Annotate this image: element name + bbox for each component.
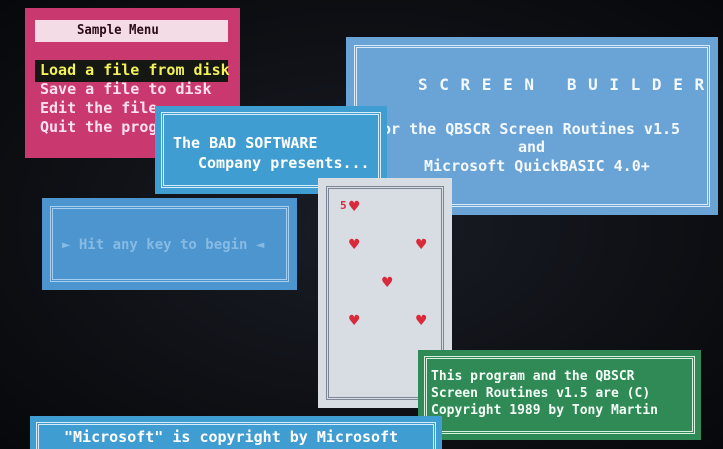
copyright-line-1: This program and the QBSCR bbox=[431, 369, 635, 384]
heart-icon: ♥ bbox=[415, 237, 428, 253]
builder-line-3: Microsoft QuickBASIC 4.0+ bbox=[424, 157, 650, 175]
builder-line-1: for the QBSCR Screen Routines v1.5 bbox=[373, 120, 681, 138]
crt-screen: S C R E E N B U I L D E R for the QBSCR … bbox=[0, 0, 723, 449]
copyright-line-2: Screen Routines v1.5 are (C) bbox=[431, 386, 651, 401]
heart-icon: ♥ bbox=[348, 199, 361, 215]
hit-any-key-prompt[interactable]: ► Hit any key to begin ◄ bbox=[62, 238, 264, 252]
menu-title: Sample Menu bbox=[77, 23, 159, 38]
menu-item-edit[interactable]: Edit the file bbox=[40, 101, 157, 116]
microsoft-copyright-text: "Microsoft" is copyright by Microsoft bbox=[64, 428, 399, 446]
bad-line-2: Company presents... bbox=[198, 154, 370, 172]
bad-line-1: The BAD SOFTWARE bbox=[173, 134, 318, 152]
heart-icon: ♥ bbox=[415, 313, 428, 329]
heart-icon: ♥ bbox=[381, 275, 394, 291]
copyright-window: This program and the QBSCR Screen Routin… bbox=[418, 350, 701, 440]
menu-item-save[interactable]: Save a file to disk bbox=[40, 82, 212, 97]
hit-any-key-window[interactable]: ► Hit any key to begin ◄ bbox=[42, 198, 297, 290]
heart-icon: ♥ bbox=[348, 313, 361, 329]
builder-title: S C R E E N B U I L D E R bbox=[418, 75, 706, 94]
builder-line-2: and bbox=[518, 138, 546, 156]
menu-item-load[interactable]: Load a file from disk bbox=[40, 63, 230, 78]
microsoft-copyright-bar: "Microsoft" is copyright by Microsoft bbox=[30, 416, 442, 449]
card-rank: 5 bbox=[340, 199, 347, 212]
heart-icon: ♥ bbox=[348, 237, 361, 253]
copyright-line-3: Copyright 1989 by Tony Martin bbox=[431, 403, 658, 418]
